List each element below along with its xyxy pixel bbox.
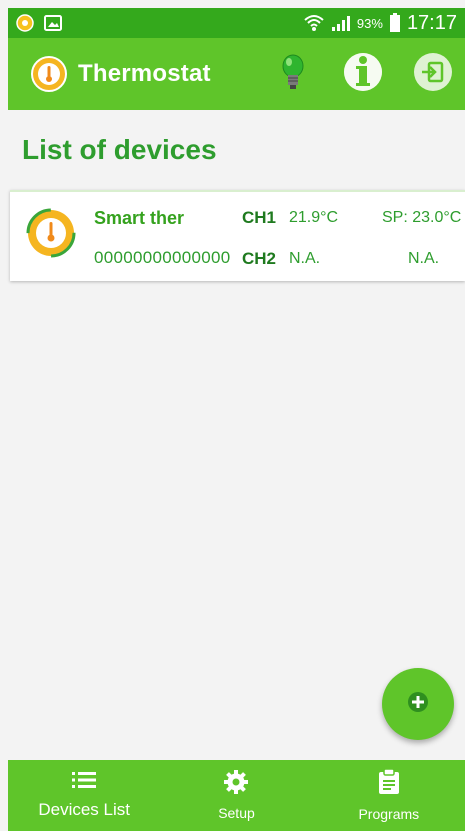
ch1-label: CH1 xyxy=(242,208,277,227)
info-button[interactable] xyxy=(343,52,383,97)
nav-label-programs: Programs xyxy=(358,806,420,822)
clipboard-icon xyxy=(378,768,400,800)
ch1-temperature: 21.9°C xyxy=(289,209,339,226)
thermostat-device-icon xyxy=(26,208,76,258)
app-bar: Thermostat xyxy=(8,38,465,110)
nav-label-setup: Setup xyxy=(218,805,255,821)
info-icon xyxy=(343,52,383,97)
ch2-label: CH2 xyxy=(242,249,277,268)
plus-icon xyxy=(407,691,429,718)
page-title: List of devices xyxy=(22,134,217,165)
device-id: 00000000000000 xyxy=(94,248,231,267)
ch2-temperature: N.A. xyxy=(289,250,321,267)
image-icon xyxy=(44,15,62,31)
device-name: Smart ther xyxy=(94,208,185,228)
signal-icon xyxy=(331,14,351,32)
status-bar: 93% 17:17 xyxy=(8,8,465,38)
device-card[interactable]: Smart ther 00000000000000 CH1 21.9°C SP:… xyxy=(10,190,465,281)
bottom-navigation: Devices List Setup Programs xyxy=(8,760,465,831)
logout-icon xyxy=(413,52,453,97)
clock: 17:17 xyxy=(406,11,457,34)
battery-percent: 93% xyxy=(356,15,383,31)
battery-icon xyxy=(389,13,401,33)
nav-setup[interactable]: Setup xyxy=(160,760,312,831)
add-device-button[interactable] xyxy=(382,668,454,740)
nav-programs[interactable]: Programs xyxy=(313,760,465,831)
nav-devices-list[interactable]: Devices List xyxy=(8,760,160,831)
logout-button[interactable] xyxy=(413,52,453,97)
ch2-setpoint: N.A. xyxy=(408,250,440,267)
ch1-setpoint: SP: 23.0°C xyxy=(382,209,462,226)
wifi-icon xyxy=(303,13,325,33)
lightbulb-icon xyxy=(280,54,306,95)
list-icon xyxy=(72,771,97,794)
app-title: Thermostat xyxy=(78,60,211,87)
gear-icon xyxy=(224,770,249,799)
nav-label-devices-list: Devices List xyxy=(38,800,130,819)
app-notification-icon xyxy=(16,14,34,32)
lightbulb-button[interactable] xyxy=(273,54,313,94)
thermostat-logo-icon xyxy=(30,55,68,93)
